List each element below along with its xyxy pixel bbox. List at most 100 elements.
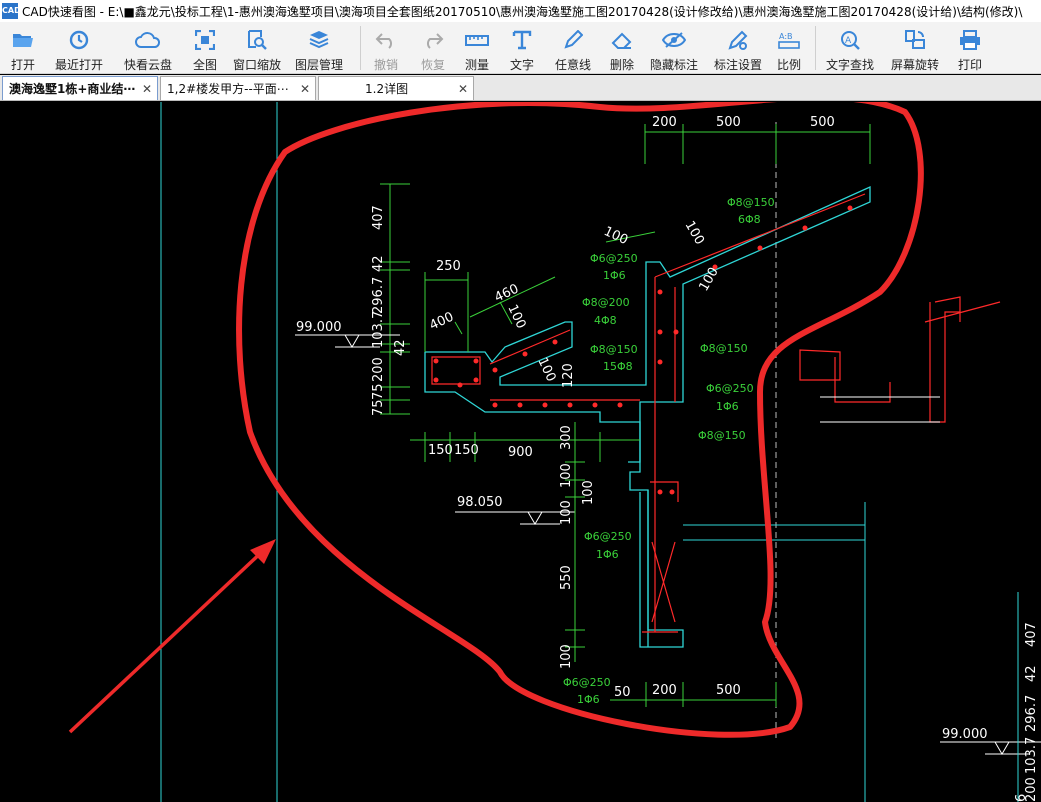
svg-text:1Φ6: 1Φ6 (716, 400, 739, 413)
text-button[interactable]: 文字 (499, 22, 545, 74)
eraser-icon (609, 27, 635, 53)
rotate-icon (902, 27, 928, 53)
svg-text:1Φ6: 1Φ6 (596, 548, 619, 561)
hide-annotation-button[interactable]: 隐藏标注 (643, 22, 705, 74)
full-view-button[interactable]: 全图 (184, 22, 226, 74)
svg-text:6Φ8: 6Φ8 (738, 213, 761, 226)
cad-viewer-window: CAD CAD快速看图 - E:\■鑫龙元\投标工程\1-惠州澳海逸墅项目\澳海… (0, 0, 1041, 802)
dim-label: 500 (716, 683, 741, 698)
svg-text:Φ8@150: Φ8@150 (698, 429, 746, 442)
pen-icon (560, 27, 586, 53)
window-title: CAD快速看图 - E:\■鑫龙元\投标工程\1-惠州澳海逸墅项目\澳海项目全套… (22, 4, 1023, 19)
dim-label: 400 (427, 310, 456, 334)
svg-text:42: 42 (1024, 665, 1039, 682)
text-search-button[interactable]: A 文字查找 (816, 22, 884, 74)
dim-label: 200 (652, 683, 677, 698)
dim-label: 100 (559, 644, 574, 669)
layers-icon (306, 27, 332, 53)
dim-label: 100 (534, 355, 558, 384)
scale-button[interactable]: A:B 比例 (771, 22, 807, 74)
svg-text:Φ8@150: Φ8@150 (727, 196, 775, 209)
recent-button[interactable]: 最近打开 (46, 22, 112, 74)
dim-label: 500 (716, 115, 741, 130)
text-t-icon (509, 27, 535, 53)
dim-label: 150 (454, 443, 479, 458)
svg-text:Φ6@250: Φ6@250 (590, 252, 638, 265)
dim-label: 50 (614, 685, 631, 700)
close-icon[interactable]: ✕ (456, 82, 470, 96)
undo-icon (373, 27, 399, 53)
svg-text:Φ8@150: Φ8@150 (700, 342, 748, 355)
svg-text:4Φ8: 4Φ8 (594, 314, 617, 327)
close-icon[interactable]: ✕ (298, 82, 312, 96)
redo-button[interactable]: 恢复 (411, 22, 455, 74)
cloud-icon (135, 27, 161, 53)
tab-document-1[interactable]: 澳海逸墅1栋+商业结⋯ ✕ (2, 76, 158, 100)
tab-document-3[interactable]: 1.2详图 ✕ (318, 76, 474, 100)
adjacent-cyan-lines (683, 502, 1019, 802)
window-zoom-button[interactable]: 窗口缩放 (226, 22, 288, 74)
svg-text:1Φ6: 1Φ6 (603, 269, 626, 282)
svg-text:296.7: 296.7 (1024, 695, 1039, 732)
ruler-icon (464, 27, 490, 53)
annotation-arrow-shaft (68, 547, 267, 734)
undo-button[interactable]: 撤销 (361, 22, 411, 74)
rotate-screen-button[interactable]: 屏幕旋转 (884, 22, 946, 74)
cloud-button[interactable]: 快看云盘 (112, 22, 184, 74)
adjacent-outline (820, 396, 940, 423)
annotation-settings-button[interactable]: 标注设置 (705, 22, 771, 74)
dim-label: 407 (371, 205, 386, 230)
dim-label: 100 (682, 219, 707, 248)
history-icon (66, 27, 92, 53)
dim-label: 100 (601, 224, 630, 248)
dim-label: 200 (371, 357, 386, 382)
dim-label: 42 (393, 339, 408, 356)
folder-open-icon (10, 27, 36, 53)
hand-drawn-circle-annotation (236, 102, 924, 738)
open-button[interactable]: 打开 (0, 22, 46, 74)
title-bar: CAD CAD快速看图 - E:\■鑫龙元\投标工程\1-惠州澳海逸墅项目\澳海… (0, 0, 1041, 22)
elevation-label: 99.000 (296, 320, 342, 335)
close-icon[interactable]: ✕ (140, 82, 154, 96)
svg-text:1Φ6: 1Φ6 (577, 693, 600, 706)
svg-text:Φ6@250: Φ6@250 (563, 676, 611, 689)
document-tab-bar: 澳海逸墅1栋+商业结⋯ ✕ 1,2#楼发甲方--平面⋯ ✕ 1.2详图 ✕ (0, 75, 1041, 101)
fit-screen-icon (192, 27, 218, 53)
dim-label: 250 (436, 259, 461, 274)
rebar-dots (433, 205, 853, 495)
printer-icon (957, 27, 983, 53)
top-dimension-chain (644, 124, 871, 164)
tab-document-2[interactable]: 1,2#楼发甲方--平面⋯ ✕ (160, 76, 316, 100)
svg-text:Φ6@250: Φ6@250 (706, 382, 754, 395)
svg-text:A:B: A:B (779, 32, 793, 41)
dim-label: 100 (696, 265, 721, 294)
dim-label: 120 (561, 363, 576, 388)
scale-icon: A:B (776, 27, 802, 53)
gear-pen-icon (725, 27, 751, 53)
dim-label: 100 (559, 463, 574, 488)
svg-text:Φ8@150: Φ8@150 (590, 343, 638, 356)
dim-label: 150 (428, 443, 453, 458)
drawing-canvas[interactable]: 200 500 500 407 42 296.7 103.7 42 200 75 (0, 102, 1041, 802)
section-outline (424, 185, 871, 648)
cad-drawing: 200 500 500 407 42 296.7 103.7 42 200 75 (68, 102, 1041, 802)
svg-text:A: A (845, 36, 852, 46)
layer-manager-button[interactable]: 图层管理 (288, 22, 350, 74)
dim-label: 75 (371, 399, 386, 416)
dim-label: 500 (810, 115, 835, 130)
dim-label: 100 (581, 480, 596, 505)
dim-label: 75 (371, 383, 386, 400)
dim-label: 103.7 (371, 311, 386, 348)
print-button[interactable]: 打印 (946, 22, 994, 74)
dim-label: 200 (652, 115, 677, 130)
delete-button[interactable]: 删除 (601, 22, 643, 74)
dim-label: 300 (559, 425, 574, 450)
dim-label: 42 (371, 255, 386, 272)
app-logo-icon: CAD (2, 3, 21, 19)
elevation-label: 99.000 (942, 727, 988, 742)
freeline-button[interactable]: 任意线 (545, 22, 601, 74)
measure-button[interactable]: 测量 (455, 22, 499, 74)
svg-text:15Φ8: 15Φ8 (603, 360, 633, 373)
dim-label: 296.7 (371, 277, 386, 314)
svg-text:103.7: 103.7 (1024, 737, 1039, 774)
